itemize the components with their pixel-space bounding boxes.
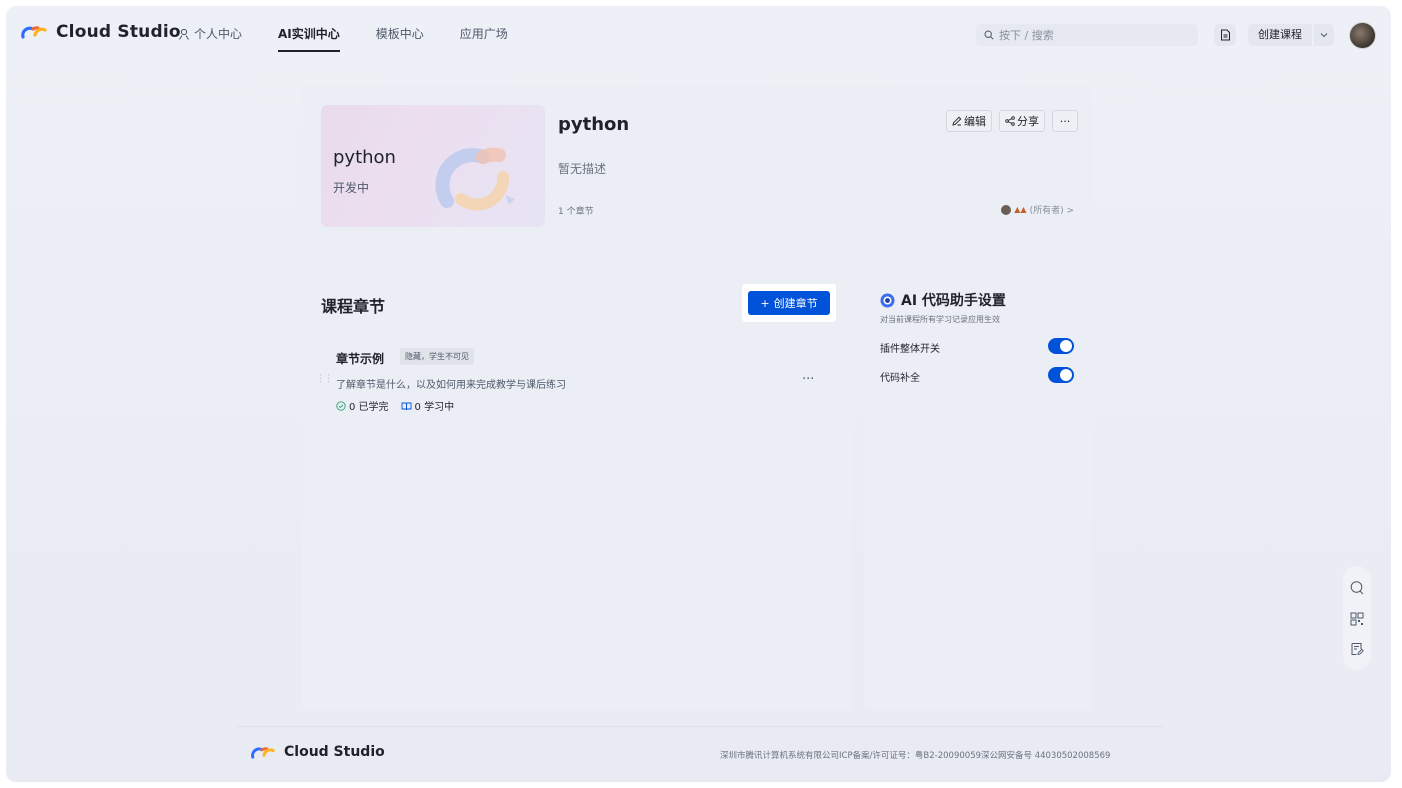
create-course-dropdown[interactable] (1314, 24, 1334, 46)
more-icon: ··· (1059, 114, 1071, 128)
create-chapter-label: 创建章节 (773, 297, 818, 310)
cover-title: python (333, 147, 396, 168)
check-circle-icon (336, 400, 346, 411)
floating-toolbar (1343, 566, 1371, 670)
feedback-chat-icon[interactable] (1349, 580, 1365, 596)
qr-code-icon[interactable] (1350, 612, 1364, 626)
user-icon (179, 28, 189, 40)
chapter-count: 1 个章节 (558, 207, 594, 217)
top-nav: Cloud Studio 个人中心 AI实训中心 模板中心 应用广场 按下 / … (6, 6, 1391, 62)
cloud-studio-logo-icon (251, 746, 275, 759)
brand-logo[interactable]: Cloud Studio (20, 22, 181, 42)
share-button[interactable]: 分享 (999, 110, 1045, 132)
search-placeholder: 按下 / 搜索 (999, 29, 1054, 42)
completed-count: 0 已学完 (349, 402, 389, 413)
share-icon (1005, 116, 1015, 126)
chapter-item[interactable]: ⋮⋮ 章节示例 隐藏，学生不可见 了解章节是什么，以及如何用来完成教学与课后练习… (314, 344, 832, 416)
create-chapter-highlight: + 创建章节 (742, 284, 836, 322)
ai-assistant-panel: AI 代码助手设置 对当前课程所有学习记录应用生效 插件整体开关 代码补全 (864, 268, 1092, 710)
nav-item-label: 应用广场 (459, 27, 508, 41)
nav-item-templates[interactable]: 模板中心 (376, 6, 424, 62)
ai-panel-subtitle: 对当前课程所有学习记录应用生效 (880, 315, 1000, 324)
chapter-more-button[interactable]: ··· (802, 372, 814, 387)
cover-logo-icon (435, 147, 515, 211)
learning-count: 0 学习中 (414, 402, 455, 413)
nav-item-label: AI实训中心 (278, 27, 340, 41)
ai-assistant-icon (880, 293, 895, 307)
learning-stat: 0 学习中 (401, 398, 455, 413)
create-course-label[interactable]: 创建课程 (1248, 24, 1312, 46)
document-icon (1220, 29, 1230, 41)
main-nav: 个人中心 AI实训中心 模板中心 应用广场 (178, 6, 544, 62)
pencil-icon (952, 116, 962, 126)
book-icon (401, 402, 411, 410)
chapter-name: 章节示例 (336, 352, 385, 366)
owner-label: (所有者) > (1029, 206, 1074, 216)
plugin-switch-toggle[interactable] (1048, 338, 1074, 354)
ai-panel-title: AI 代码助手设置 (880, 290, 1006, 310)
cloud-studio-logo-icon (21, 26, 47, 39)
plus-icon: + (760, 296, 770, 310)
footer-brand[interactable]: Cloud Studio (250, 744, 385, 760)
chapters-panel: 课程章节 + 创建章节 ⋮⋮ 章节示例 隐藏，学生不可见 了解章节是什么，以及如… (302, 268, 852, 710)
completed-stat: 0 已学完 (336, 398, 389, 413)
owner-name-icons: ▲▲ (1014, 205, 1027, 214)
app-window: Cloud Studio 个人中心 AI实训中心 模板中心 应用广场 按下 / … (6, 6, 1391, 782)
nav-item-ai-training[interactable]: AI实训中心 (278, 6, 340, 62)
share-label: 分享 (1017, 115, 1039, 128)
course-cover: python 开发中 (321, 105, 545, 227)
plugin-switch-row: 插件整体开关 (880, 338, 1076, 356)
icp-license[interactable]: 深圳市腾讯计算机系统有限公司ICP备案/许可证号：粤B2-20090059深公网… (720, 749, 1110, 761)
chevron-down-icon (1320, 33, 1328, 38)
search-icon (984, 30, 994, 40)
more-button[interactable]: ··· (1052, 110, 1078, 132)
chapter-visibility-tag: 隐藏，学生不可见 (400, 348, 474, 365)
course-title: python (558, 114, 630, 135)
course-owner[interactable]: ▲▲ (所有者) > (1001, 203, 1074, 216)
nav-item-app-market[interactable]: 应用广场 (460, 6, 508, 62)
course-description: 暂无描述 (558, 162, 607, 176)
nav-item-label: 个人中心 (194, 27, 243, 41)
docs-button[interactable] (1214, 24, 1236, 46)
code-completion-toggle[interactable] (1048, 367, 1074, 383)
ai-title-text: AI 代码助手设置 (901, 293, 1006, 309)
plugin-switch-label: 插件整体开关 (880, 344, 940, 355)
brand-name: Cloud Studio (56, 22, 181, 42)
user-avatar[interactable] (1349, 22, 1376, 49)
course-header-card: python 开发中 python 暂无描述 1 个章节 编辑 分享 ··· ▲… (302, 86, 1092, 244)
cover-status: 开发中 (333, 181, 370, 195)
nav-item-personal[interactable]: 个人中心 (178, 6, 242, 62)
course-actions: 编辑 分享 ··· (946, 110, 1078, 132)
footer-brand-name: Cloud Studio (284, 744, 385, 760)
code-completion-label: 代码补全 (880, 373, 920, 384)
owner-avatar (1001, 204, 1012, 215)
drag-handle-icon[interactable]: ⋮⋮ (316, 374, 333, 384)
edit-button[interactable]: 编辑 (946, 110, 992, 132)
footer-divider (236, 726, 1164, 727)
edit-label: 编辑 (964, 115, 986, 128)
chapter-stats: 0 已学完 0 学习中 (336, 398, 454, 413)
chapters-title: 课程章节 (321, 297, 386, 316)
chapter-description: 了解章节是什么，以及如何用来完成教学与课后练习 (336, 380, 566, 391)
create-chapter-button[interactable]: + 创建章节 (748, 291, 830, 315)
nav-item-label: 模板中心 (375, 27, 424, 41)
create-course-button[interactable]: 创建课程 (1248, 24, 1334, 46)
code-completion-row: 代码补全 (880, 367, 1076, 385)
edit-note-icon[interactable] (1350, 642, 1364, 656)
search-input[interactable]: 按下 / 搜索 (976, 24, 1198, 46)
